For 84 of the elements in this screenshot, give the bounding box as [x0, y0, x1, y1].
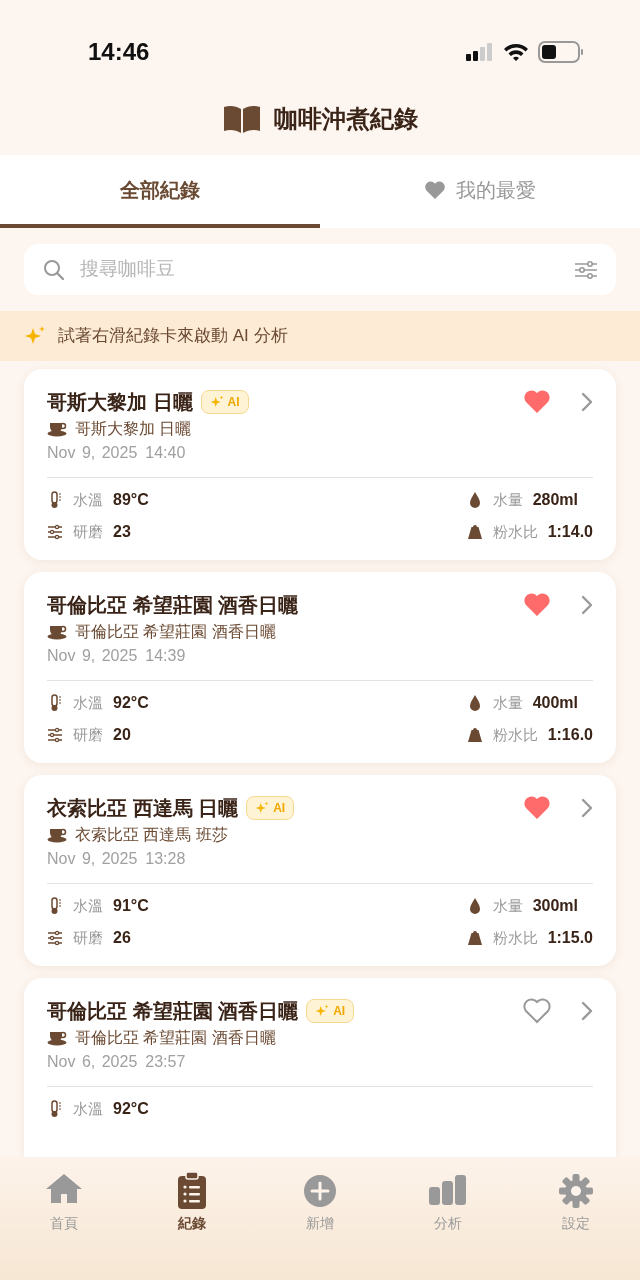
- stat-value: 300ml: [532, 896, 578, 916]
- sliders-icon: [47, 523, 63, 541]
- stat-label: 粉水比: [492, 927, 538, 948]
- record-title: 哥倫比亞 希望莊園 酒香日曬: [47, 999, 299, 1024]
- record-time: 14:40: [145, 443, 186, 463]
- ai-badge-text: AI: [227, 394, 240, 411]
- stat-value: 23: [113, 522, 131, 542]
- stat-value: 89°C: [113, 490, 149, 510]
- weight-icon: [466, 523, 483, 541]
- sparkle-icon: [315, 1004, 330, 1018]
- heart-icon[interactable]: [523, 591, 551, 619]
- bean-name: 衣索比亞 西達馬 班莎: [75, 825, 228, 845]
- record-card[interactable]: 衣索比亞 西達馬 日曬 AI 衣索比亞 西達馬 班莎 Nov 9, 2025 13:28 水溫 91°C 水量 300ml 研磨 26 粉水比 1:15.0: [24, 775, 616, 966]
- stat-label: 水量: [492, 692, 523, 713]
- app-title: 咖啡沖煮紀錄: [274, 103, 418, 134]
- search-icon: [42, 257, 66, 282]
- cup-icon: [47, 421, 67, 437]
- sliders-icon: [47, 726, 63, 744]
- record-title: 衣索比亞 西達馬 日曬: [47, 796, 239, 821]
- chevron-icon[interactable]: [581, 392, 593, 412]
- bean-name: 哥倫比亞 希望莊園 酒香日曬: [75, 1028, 276, 1048]
- stat-value: 26: [113, 928, 131, 948]
- chevron-icon[interactable]: [581, 798, 593, 818]
- nav-tab[interactable]: 紀錄: [128, 1171, 256, 1234]
- record-date: Nov 6, 2025: [47, 1052, 138, 1072]
- sparkle-icon: [209, 395, 224, 409]
- stat-label: 水量: [492, 489, 523, 510]
- weight-icon: [466, 929, 483, 947]
- record-date: Nov 9, 2025: [47, 646, 138, 666]
- stat-value: 400ml: [532, 693, 578, 713]
- stat-label: 研磨: [73, 927, 103, 948]
- cup-icon: [47, 827, 67, 843]
- bean-name: 哥斯大黎加 日曬: [75, 419, 192, 439]
- stat-value: 1:15.0: [547, 928, 593, 948]
- battery-icon: [538, 41, 584, 63]
- record-time: 23:57: [145, 1052, 186, 1072]
- stat-label: 水溫: [73, 1098, 103, 1119]
- ai-badge-text: AI: [273, 800, 286, 817]
- heart-icon: [424, 179, 446, 200]
- status-time: 14:46: [88, 37, 150, 67]
- cup-icon: [47, 624, 67, 640]
- stat-label: 研磨: [73, 521, 103, 542]
- record-card[interactable]: 哥斯大黎加 日曬 AI 哥斯大黎加 日曬 Nov 9, 2025 14:40 水溫 89°C 水量 280ml 研磨 23 粉水比 1:14.0: [24, 369, 616, 560]
- cup-icon: [47, 1030, 67, 1046]
- stat-value: 280ml: [532, 490, 578, 510]
- record-date: Nov 9, 2025: [47, 849, 138, 869]
- heart-icon[interactable]: [523, 794, 551, 822]
- record-card[interactable]: 哥倫比亞 希望莊園 酒香日曬 哥倫比亞 希望莊園 酒香日曬 Nov 9, 2025 14:39 水溫 92°C 水量 400ml 研磨 20 粉水比 1:16.0: [24, 572, 616, 763]
- stat-value: 91°C: [113, 896, 149, 916]
- heart-icon[interactable]: [523, 997, 551, 1025]
- stat-value: 20: [113, 725, 131, 745]
- stat-label: 粉水比: [492, 521, 538, 542]
- record-date: Nov 9, 2025: [47, 443, 138, 463]
- stat-value: 92°C: [113, 1099, 149, 1119]
- book-icon: [222, 104, 262, 133]
- stat-label: 水量: [492, 895, 523, 916]
- settings-icon: [556, 1171, 596, 1211]
- sliders-icon: [47, 929, 63, 947]
- sparkle-icon: [255, 801, 270, 815]
- stat-value: 1:14.0: [547, 522, 593, 542]
- stat-label: 水溫: [73, 692, 103, 713]
- weight-icon: [466, 726, 483, 744]
- hint-text: 試著右滑紀錄卡來啟動 AI 分析: [58, 325, 288, 348]
- stat-value: 1:16.0: [547, 725, 593, 745]
- ai-badge-text: AI: [333, 1003, 346, 1020]
- stat-label: 水溫: [73, 489, 103, 510]
- stat-label: 研磨: [73, 724, 103, 745]
- wifi-icon: [502, 42, 530, 62]
- record-title: 哥倫比亞 希望莊園 酒香日曬: [47, 593, 299, 618]
- filter-icon[interactable]: [574, 259, 598, 280]
- chevron-icon[interactable]: [581, 595, 593, 615]
- record-card[interactable]: 哥倫比亞 希望莊園 酒香日曬 AI 哥倫比亞 希望莊園 酒香日曬 Nov 6, 2025 23:57 水溫 92°C: [24, 978, 616, 1157]
- record-title: 哥斯大黎加 日曬: [47, 390, 193, 415]
- heart-icon[interactable]: [523, 388, 551, 416]
- signal-icon: [466, 43, 494, 61]
- chevron-icon[interactable]: [581, 1001, 593, 1021]
- search-bar[interactable]: 搜尋咖啡豆: [24, 244, 616, 295]
- stat-label: 粉水比: [492, 724, 538, 745]
- search-field[interactable]: 搜尋咖啡豆: [78, 254, 562, 285]
- stat-label: 水溫: [73, 895, 103, 916]
- record-time: 14:39: [145, 646, 186, 666]
- bean-name: 哥倫比亞 希望莊園 酒香日曬: [75, 622, 276, 642]
- stat-value: 92°C: [113, 693, 149, 713]
- record-time: 13:28: [145, 849, 186, 869]
